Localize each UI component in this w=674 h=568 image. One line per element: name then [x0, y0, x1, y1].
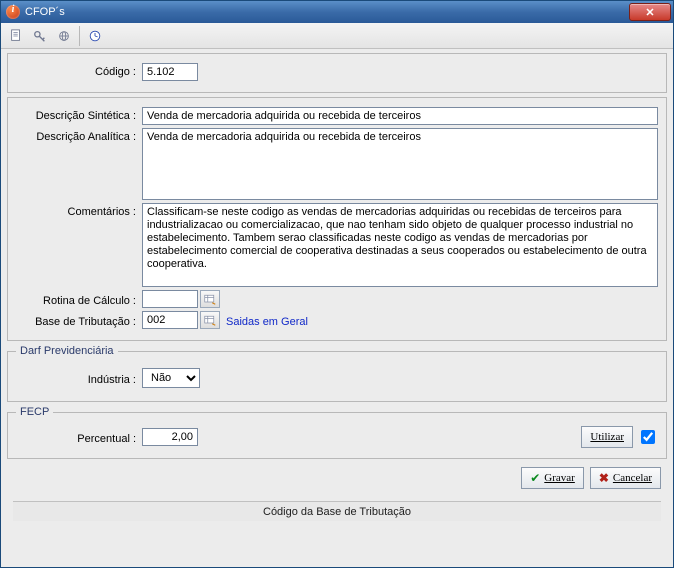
- descricao-analitica-input[interactable]: Venda de mercadoria adquirida ou recebid…: [142, 128, 658, 200]
- clock-icon: [88, 29, 102, 43]
- toolbar-globe-button[interactable]: [53, 25, 75, 47]
- comentarios-label: Comentários :: [16, 203, 142, 218]
- codigo-panel: Código :: [7, 53, 667, 93]
- darf-legend: Darf Previdenciária: [16, 345, 118, 357]
- search-icon: [204, 293, 216, 305]
- descricao-analitica-label: Descrição Analítica :: [16, 128, 142, 143]
- close-button[interactable]: ✕: [629, 3, 671, 21]
- gravar-label: Gravar: [544, 472, 575, 484]
- comentarios-input[interactable]: Classificam-se neste codigo as vendas de…: [142, 203, 658, 287]
- darf-group: Darf Previdenciária Indústria : Não: [7, 345, 667, 402]
- app-icon: [6, 5, 20, 19]
- cancelar-button[interactable]: ✖ Cancelar: [590, 467, 661, 489]
- industria-select[interactable]: Não: [142, 368, 200, 388]
- utilizar-label: Utilizar: [590, 431, 624, 443]
- window: CFOP´s ✕ Código : Descrição Sintét: [0, 0, 674, 568]
- status-text: Código da Base de Tributação: [263, 506, 411, 518]
- base-tributacao-lookup-button[interactable]: [200, 311, 220, 329]
- rotina-calculo-label: Rotina de Cálculo :: [16, 292, 142, 307]
- search-icon: [204, 314, 216, 326]
- base-tributacao-input[interactable]: [142, 311, 198, 329]
- toolbar-key-button[interactable]: [29, 25, 51, 47]
- toolbar-separator: [79, 26, 80, 46]
- x-icon: ✖: [599, 471, 609, 486]
- check-icon: ✔: [530, 471, 540, 486]
- toolbar-clock-button[interactable]: [84, 25, 106, 47]
- utilizar-checkbox[interactable]: [641, 430, 655, 444]
- bottom-buttons: ✔ Gravar ✖ Cancelar: [7, 463, 667, 493]
- globe-icon: [57, 29, 71, 43]
- industria-label: Indústria :: [16, 371, 142, 386]
- utilizar-button[interactable]: Utilizar: [581, 426, 633, 448]
- close-icon: ✕: [645, 6, 654, 19]
- percentual-input[interactable]: [142, 428, 198, 446]
- toolbar-doc-button[interactable]: [5, 25, 27, 47]
- codigo-label: Código :: [16, 63, 142, 78]
- doc-icon: [9, 29, 23, 43]
- window-title: CFOP´s: [25, 6, 629, 18]
- main-panel: Descrição Sintética : Descrição Analític…: [7, 97, 667, 341]
- descricao-sintetica-input[interactable]: [142, 107, 658, 125]
- toolbar: [1, 23, 673, 49]
- titlebar: CFOP´s ✕: [1, 1, 673, 23]
- key-icon: [33, 29, 47, 43]
- fecp-legend: FECP: [16, 406, 53, 418]
- cancelar-label: Cancelar: [613, 472, 652, 484]
- statusbar: Código da Base de Tributação: [13, 501, 661, 521]
- descricao-sintetica-label: Descrição Sintética :: [16, 107, 142, 122]
- codigo-input[interactable]: [142, 63, 198, 81]
- percentual-label: Percentual :: [16, 430, 142, 445]
- base-tributacao-display: Saidas em Geral: [226, 313, 308, 328]
- fecp-group: FECP Percentual : Utilizar: [7, 406, 667, 459]
- rotina-calculo-input[interactable]: [142, 290, 198, 308]
- gravar-button[interactable]: ✔ Gravar: [521, 467, 584, 489]
- rotina-calculo-lookup-button[interactable]: [200, 290, 220, 308]
- base-tributacao-label: Base de Tributação :: [16, 313, 142, 328]
- content: Código : Descrição Sintética : Descrição…: [1, 49, 673, 567]
